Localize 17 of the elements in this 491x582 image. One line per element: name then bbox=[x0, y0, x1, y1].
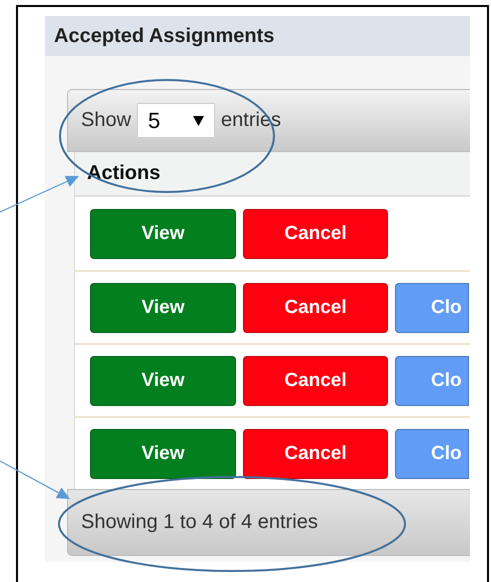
cancel-button[interactable]: Cancel bbox=[243, 428, 388, 478]
view-button[interactable]: View bbox=[90, 282, 236, 332]
view-button[interactable]: View bbox=[90, 356, 236, 406]
column-header: Actions bbox=[87, 162, 160, 185]
show-label: Show bbox=[81, 109, 132, 132]
table-info: Showing 1 to 4 of 4 entries bbox=[81, 511, 318, 534]
cancel-button[interactable]: Cancel bbox=[243, 282, 388, 332]
close-button[interactable]: Clo bbox=[395, 356, 469, 406]
view-button[interactable]: View bbox=[90, 428, 236, 478]
entries-select[interactable]: 5 bbox=[137, 103, 216, 138]
close-button[interactable]: Clo bbox=[395, 282, 469, 332]
dropdown-caret-icon bbox=[193, 116, 204, 126]
cancel-button[interactable]: Cancel bbox=[243, 208, 388, 258]
view-button[interactable]: View bbox=[90, 208, 236, 258]
close-button[interactable]: Clo bbox=[395, 428, 469, 478]
panel-title: Accepted Assignments bbox=[54, 24, 274, 48]
cancel-button[interactable]: Cancel bbox=[243, 356, 388, 406]
